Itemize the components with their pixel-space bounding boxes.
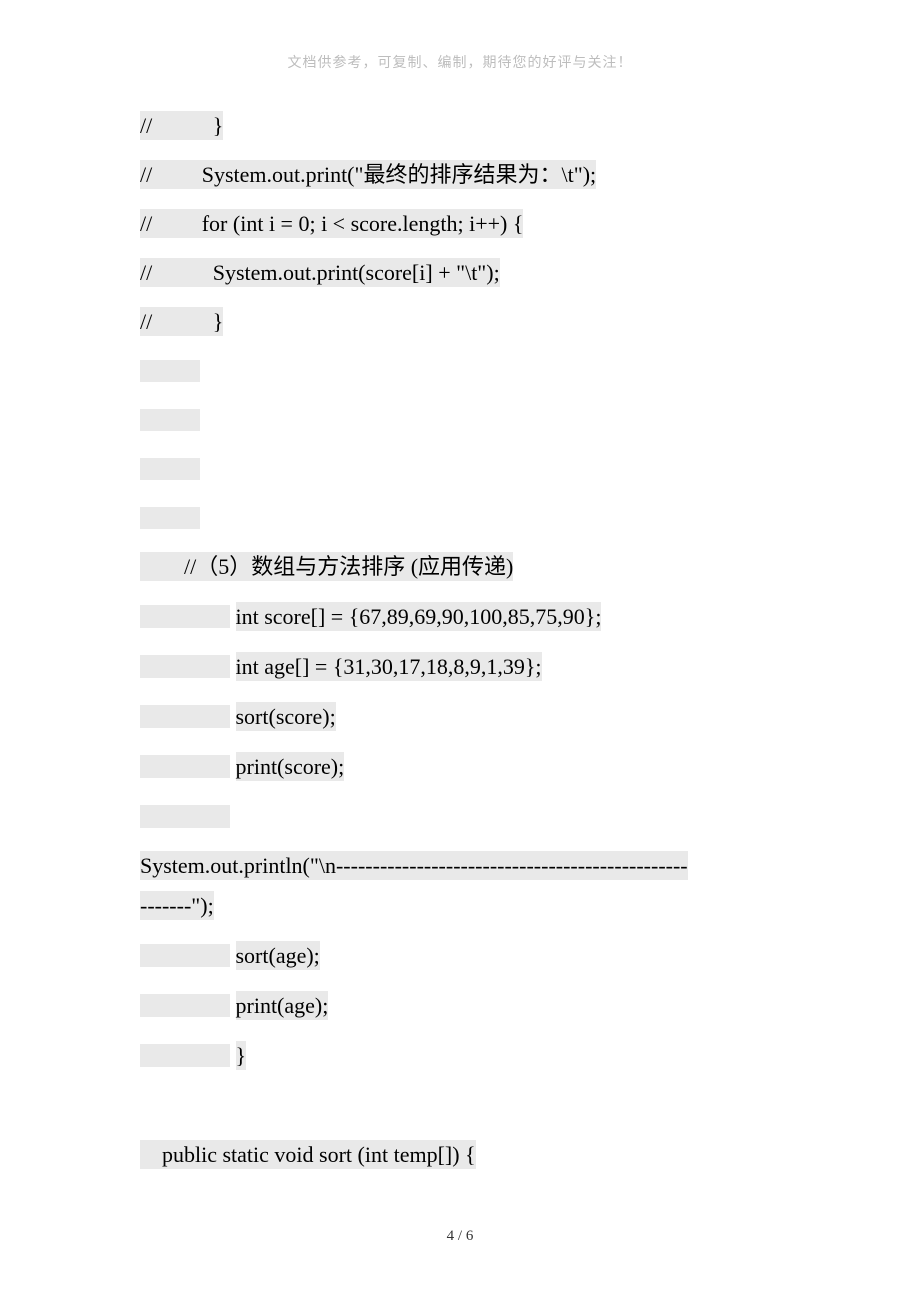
text: System.out.print(score[i] + "\t");: [213, 260, 500, 285]
code-line: }: [140, 1044, 780, 1067]
text: }: [213, 309, 224, 334]
text: //（5）数组与方法排序 (应用传递): [184, 554, 513, 579]
blank-gap: [140, 1094, 780, 1144]
code-line: public static void sort (int temp[]) {: [140, 1144, 780, 1166]
code-line: int age[] = {31,30,17,18,8,9,1,39};: [140, 655, 780, 678]
text: sort(score);: [236, 702, 336, 731]
code-line: print(score);: [140, 755, 780, 778]
text: print(age);: [236, 991, 329, 1020]
text: System.out.println("\n------------------…: [140, 851, 688, 880]
text: //: [140, 309, 152, 334]
code-line: // }: [140, 311, 780, 333]
code-line: // System.out.print("最终的排序结果为：\t");: [140, 164, 780, 186]
text: System.out.print("最终的排序结果为：\t");: [202, 162, 596, 187]
text: print(score);: [236, 752, 345, 781]
text: public static void sort (int temp[]) {: [162, 1142, 476, 1167]
blank-line: [140, 409, 780, 431]
text: //: [140, 211, 152, 236]
blank-line: [140, 805, 780, 828]
code-line: -------");: [140, 895, 780, 917]
code-line: // System.out.print(score[i] + "\t");: [140, 262, 780, 284]
code-line: sort(age);: [140, 944, 780, 967]
header-watermark: 文档供参考，可复制、编制，期待您的好评与关注！: [0, 52, 920, 72]
code-line: System.out.println("\n------------------…: [140, 855, 780, 877]
code-content: // } // System.out.print("最终的排序结果为：\t");…: [140, 115, 780, 1193]
text: int score[] = {67,89,69,90,100,85,75,90}…: [236, 602, 602, 631]
code-line: // for (int i = 0; i < score.length; i++…: [140, 213, 780, 235]
text: }: [213, 113, 224, 138]
text: int age[] = {31,30,17,18,8,9,1,39};: [236, 652, 542, 681]
text: }: [236, 1041, 247, 1070]
code-line: sort(score);: [140, 705, 780, 728]
text: for (int i = 0; i < score.length; i++) {: [202, 211, 524, 236]
page-number: 4 / 6: [0, 1228, 920, 1245]
code-line: print(age);: [140, 994, 780, 1017]
blank-line: [140, 458, 780, 480]
blank-line: [140, 360, 780, 382]
text: sort(age);: [236, 941, 320, 970]
code-line: //（5）数组与方法排序 (应用传递): [140, 556, 780, 578]
code-line: // }: [140, 115, 780, 137]
blank-line: [140, 507, 780, 529]
text: //: [140, 162, 152, 187]
text: -------");: [140, 891, 214, 920]
text: //: [140, 113, 152, 138]
code-line: int score[] = {67,89,69,90,100,85,75,90}…: [140, 605, 780, 628]
text: //: [140, 260, 152, 285]
